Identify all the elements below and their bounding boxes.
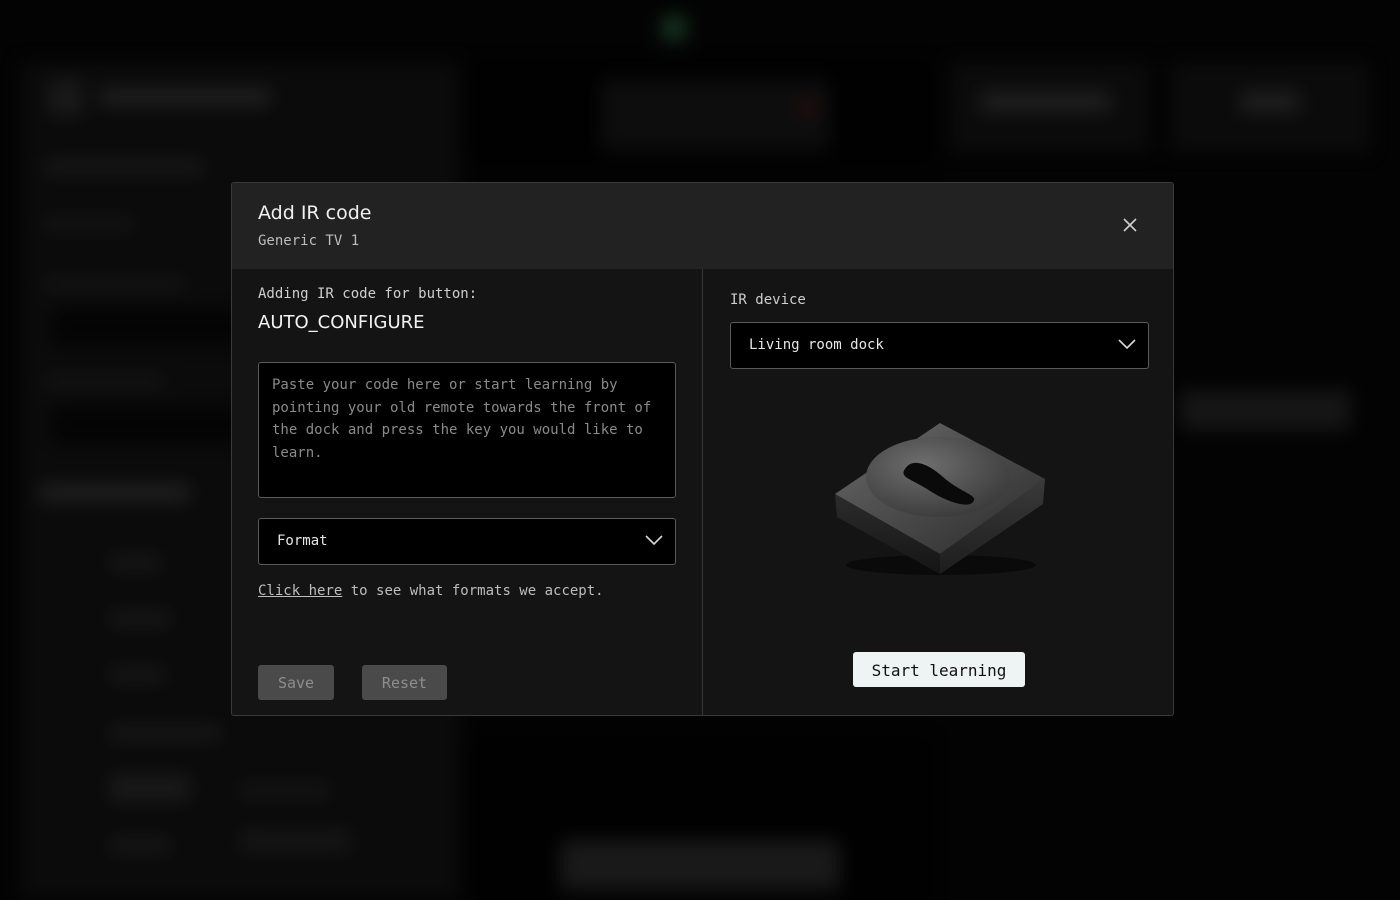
dialog-subtitle: Generic TV 1 [258, 233, 360, 249]
chevron-down-icon [1118, 339, 1136, 350]
ir-device-pane: IR device Living room dock Start learnin… [703, 269, 1173, 715]
ir-device-label: IR device [730, 292, 806, 308]
adding-label: Adding IR code for button: [258, 286, 478, 302]
formats-note-text: to see what formats we accept. [342, 583, 604, 599]
dialog-title: Add IR code [258, 202, 372, 224]
formats-link[interactable]: Click here [258, 583, 342, 599]
ir-device-select-value: Living room dock [749, 337, 884, 353]
code-entry-pane: Adding IR code for button: AUTO_CONFIGUR… [232, 269, 703, 715]
format-select-value: Format [277, 533, 328, 549]
chevron-down-icon [645, 535, 663, 546]
close-button[interactable] [1118, 213, 1142, 237]
start-learning-button[interactable]: Start learning [853, 652, 1025, 687]
ir-device-select[interactable]: Living room dock [730, 322, 1149, 369]
button-name: AUTO_CONFIGURE [258, 312, 425, 333]
add-ir-code-dialog: Add IR code Generic TV 1 Adding IR code … [231, 182, 1174, 716]
close-icon [1123, 218, 1137, 232]
dialog-header: Add IR code Generic TV 1 [232, 183, 1173, 269]
dock-image [835, 423, 1045, 575]
reset-button[interactable]: Reset [362, 665, 447, 700]
save-button[interactable]: Save [258, 665, 334, 700]
format-select[interactable]: Format [258, 518, 676, 565]
ir-code-input[interactable] [258, 362, 676, 498]
formats-note: Click here to see what formats we accept… [258, 583, 604, 599]
